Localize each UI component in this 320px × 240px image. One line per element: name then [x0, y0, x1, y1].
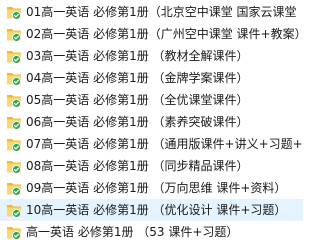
folder-item[interactable]: 06高一英语 必修第1册 （素养突破课件） [0, 111, 303, 133]
folder-label: 高一英语 必修第1册 （53 课件+习题） [26, 225, 239, 239]
folder-label: 02高一英语 必修第1册（广州空中课堂 课件+教案） [26, 27, 303, 41]
folder-label: 07高一英语 必修第1册 （通用版课件+讲义+习题+ [26, 137, 303, 151]
folder-item[interactable]: 08高一英语 必修第1册 （同步精品课件） [0, 155, 303, 177]
folder-label: 08高一英语 必修第1册 （同步精品课件） [26, 159, 249, 173]
folder-icon [6, 26, 22, 42]
folder-list: 01高一英语 必修第1册（北京空中课堂 国家云课堂 02高一英语 必修第1册（广州… [0, 0, 303, 239]
folder-item[interactable]: 01高一英语 必修第1册（北京空中课堂 国家云课堂 [0, 1, 303, 23]
folder-label: 06高一英语 必修第1册 （素养突破课件） [26, 115, 249, 129]
folder-label: 09高一英语 必修第1册 （万向思维 课件+资料） [26, 181, 287, 195]
folder-item[interactable]: 05高一英语 必修第1册 （全优课堂课件） [0, 89, 303, 111]
folder-icon [6, 136, 22, 152]
folder-label: 03高一英语 必修第1册 （教材全解课件） [26, 49, 249, 63]
folder-item[interactable]: 07高一英语 必修第1册 （通用版课件+讲义+习题+ [0, 133, 303, 155]
folder-label: 01高一英语 必修第1册（北京空中课堂 国家云课堂 [26, 5, 297, 19]
folder-item[interactable]: 09高一英语 必修第1册 （万向思维 课件+资料） [0, 177, 303, 199]
folder-icon [6, 114, 22, 130]
folder-item[interactable]: 03高一英语 必修第1册 （教材全解课件） [0, 45, 303, 67]
folder-icon [6, 202, 22, 218]
folder-item[interactable]: 10高一英语 必修第1册 （优化设计 课件+习题） [0, 199, 303, 221]
folder-item[interactable]: 02高一英语 必修第1册（广州空中课堂 课件+教案） [0, 23, 303, 45]
folder-icon [6, 48, 22, 64]
folder-icon [6, 70, 22, 86]
folder-item[interactable]: 高一英语 必修第1册 （53 课件+习题） [0, 221, 303, 239]
folder-item[interactable]: 04高一英语 必修第1册 （金牌学案课件） [0, 67, 303, 89]
folder-icon [6, 180, 22, 196]
folder-icon [6, 158, 22, 174]
folder-icon [6, 92, 22, 108]
folder-icon [6, 224, 22, 239]
folder-label: 10高一英语 必修第1册 （优化设计 课件+习题） [26, 203, 287, 217]
folder-label: 05高一英语 必修第1册 （全优课堂课件） [26, 93, 249, 107]
folder-label: 04高一英语 必修第1册 （金牌学案课件） [26, 71, 249, 85]
folder-icon [6, 4, 22, 20]
